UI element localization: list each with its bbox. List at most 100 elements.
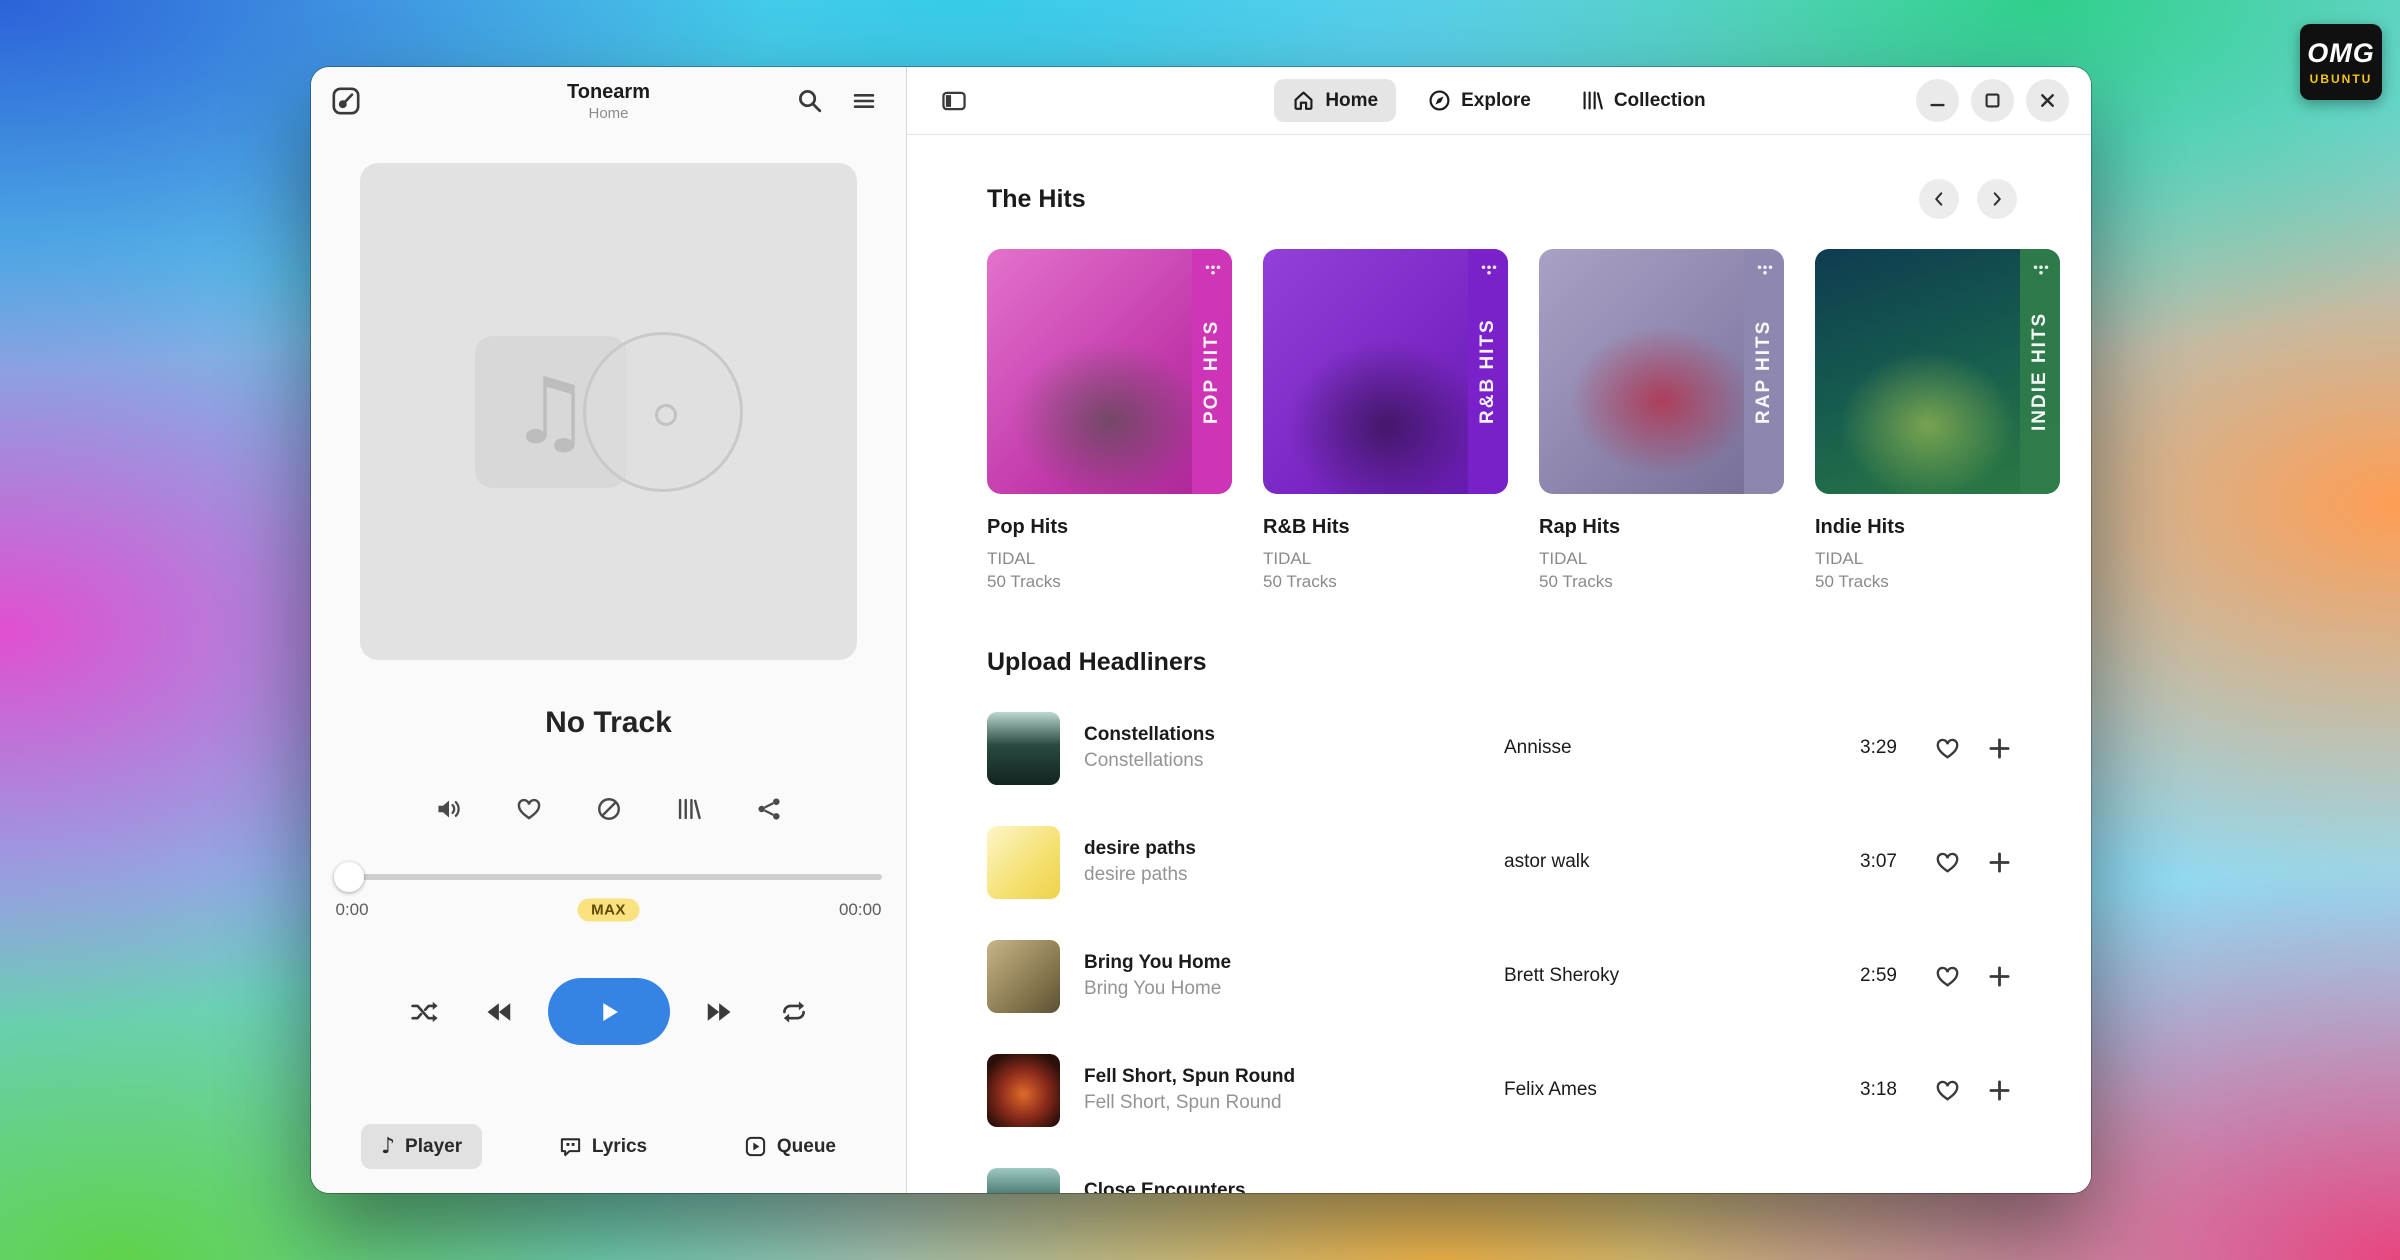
favorite-track-button[interactable]: [1925, 954, 1969, 998]
plus-icon: [1987, 1192, 2012, 1194]
fast-forward-icon: [706, 998, 734, 1026]
playlist-card-pop-hits[interactable]: POP HITS Pop Hits TIDAL 50 Tracks: [987, 249, 1232, 592]
cd-disc-icon: [583, 332, 743, 492]
close-button[interactable]: [2026, 79, 2069, 122]
favorite-track-button[interactable]: [1925, 840, 1969, 884]
plus-icon: [1987, 1078, 2012, 1103]
tidal-dots-icon: [2030, 259, 2052, 281]
track-duration: 3:18: [1817, 1079, 1897, 1101]
playlist-track-count: 50 Tracks: [1263, 572, 1508, 592]
track-row[interactable]: Close Encounters Close Encounters Lily A…: [987, 1147, 2067, 1193]
tab-collection[interactable]: Collection: [1563, 79, 1724, 122]
track-row[interactable]: Fell Short, Spun Round Fell Short, Spun …: [987, 1033, 2067, 1147]
add-track-button[interactable]: [1977, 1182, 2021, 1193]
track-row[interactable]: Bring You Home Bring You Home Brett Sher…: [987, 919, 2067, 1033]
repeat-button[interactable]: [770, 988, 818, 1036]
sidebar-bottom-tabs: ♪ Player Lyrics Queue: [311, 1124, 906, 1169]
tab-home[interactable]: Home: [1274, 79, 1396, 122]
compass-icon: [1428, 89, 1451, 112]
current-track-title: No Track: [311, 706, 906, 740]
player-action-row: [311, 786, 906, 832]
tab-explore-label: Explore: [1461, 90, 1531, 112]
track-row[interactable]: desire paths desire paths astor walk 3:0…: [987, 805, 2067, 919]
play-icon: [596, 999, 622, 1025]
heart-icon: [1935, 964, 1960, 989]
add-track-button[interactable]: [1977, 726, 2021, 770]
track-album: Bring You Home: [1084, 978, 1504, 1000]
logo-text-top: OMG: [2307, 38, 2375, 69]
maximize-button[interactable]: [1971, 79, 2014, 122]
hits-section-title: The Hits: [987, 185, 1086, 214]
tidal-dots-icon: [1202, 259, 1224, 281]
circle-slash-icon: [596, 796, 622, 822]
shuffle-button[interactable]: [400, 988, 448, 1036]
placeholder-artwork: ♫: [475, 328, 743, 496]
track-meta: Bring You Home Bring You Home: [1084, 952, 1504, 1000]
main-content: The Hits: [907, 135, 2091, 1193]
tab-player-label: Player: [405, 1136, 462, 1158]
tab-home-label: Home: [1325, 90, 1378, 112]
search-button[interactable]: [788, 79, 832, 123]
maximize-icon: [1982, 90, 2003, 111]
favorite-track-button[interactable]: [1925, 726, 1969, 770]
plus-icon: [1987, 964, 2012, 989]
tab-player[interactable]: ♪ Player: [361, 1124, 482, 1169]
track-album: Constellations: [1084, 750, 1504, 772]
radio-button[interactable]: [586, 786, 632, 832]
add-track-button[interactable]: [1977, 954, 2021, 998]
next-button[interactable]: [696, 988, 744, 1036]
previous-button[interactable]: [474, 988, 522, 1036]
track-meta: Close Encounters Close Encounters: [1084, 1180, 1504, 1193]
app-subtitle: Home: [567, 105, 650, 122]
seek-knob[interactable]: [334, 862, 364, 892]
main-menu-button[interactable]: [842, 79, 886, 123]
track-artwork: [987, 940, 1060, 1013]
library-icon: [676, 796, 702, 822]
tab-explore[interactable]: Explore: [1410, 79, 1549, 122]
sidebar-toggle-button[interactable]: [931, 78, 977, 124]
player-sidebar: Tonearm Home ♫: [311, 67, 907, 1193]
heart-icon: [1935, 1192, 1960, 1194]
add-track-button[interactable]: [1977, 840, 2021, 884]
playlist-card-rnb-hits[interactable]: R&B HITS R&B Hits TIDAL 50 Tracks: [1263, 249, 1508, 592]
window-controls: [1916, 79, 2069, 122]
add-track-button[interactable]: [1977, 1068, 2021, 1112]
track-row[interactable]: Constellations Constellations Annisse 3:…: [987, 691, 2067, 805]
carousel-prev-button[interactable]: [1919, 179, 1959, 219]
tab-queue-label: Queue: [777, 1136, 836, 1158]
volume-button[interactable]: [426, 786, 472, 832]
favorite-track-button[interactable]: [1925, 1068, 1969, 1112]
queue-icon: [744, 1135, 767, 1158]
tab-queue[interactable]: Queue: [724, 1124, 856, 1169]
favorite-button[interactable]: [506, 786, 552, 832]
app-icon: [331, 86, 361, 116]
playlist-title: R&B Hits: [1263, 516, 1508, 539]
heart-icon: [1935, 850, 1960, 875]
cover-ribbon-label: INDIE HITS: [2020, 249, 2060, 494]
tab-lyrics[interactable]: Lyrics: [539, 1124, 667, 1169]
heart-icon: [1935, 1078, 1960, 1103]
playlist-card-rap-hits[interactable]: RAP HITS Rap Hits TIDAL 50 Tracks: [1539, 249, 1784, 592]
cover-ribbon-label: RAP HITS: [1744, 249, 1784, 494]
track-title: Bring You Home: [1084, 952, 1504, 974]
cover-ribbon-label: R&B HITS: [1468, 249, 1508, 494]
home-icon: [1292, 89, 1315, 112]
play-button[interactable]: [548, 978, 670, 1045]
carousel-next-button[interactable]: [1977, 179, 2017, 219]
headliners-section-title: Upload Headliners: [987, 648, 2067, 677]
favorite-track-button[interactable]: [1925, 1182, 1969, 1193]
track-artist: Brett Sheroky: [1504, 965, 1817, 987]
playback-controls: [311, 978, 906, 1045]
share-button[interactable]: [746, 786, 792, 832]
track-title: desire paths: [1084, 838, 1504, 860]
add-to-library-button[interactable]: [666, 786, 712, 832]
playlist-title: Indie Hits: [1815, 516, 2060, 539]
seek-slider[interactable]: [336, 874, 882, 880]
hits-section-header: The Hits: [987, 179, 2067, 219]
track-meta: desire paths desire paths: [1084, 838, 1504, 886]
playlist-card-indie-hits[interactable]: INDIE HITS Indie Hits TIDAL 50 Tracks: [1815, 249, 2060, 592]
playlist-cover: POP HITS: [987, 249, 1232, 494]
track-artwork: [987, 1054, 1060, 1127]
minimize-button[interactable]: [1916, 79, 1959, 122]
playlist-source: TIDAL: [1263, 549, 1508, 569]
